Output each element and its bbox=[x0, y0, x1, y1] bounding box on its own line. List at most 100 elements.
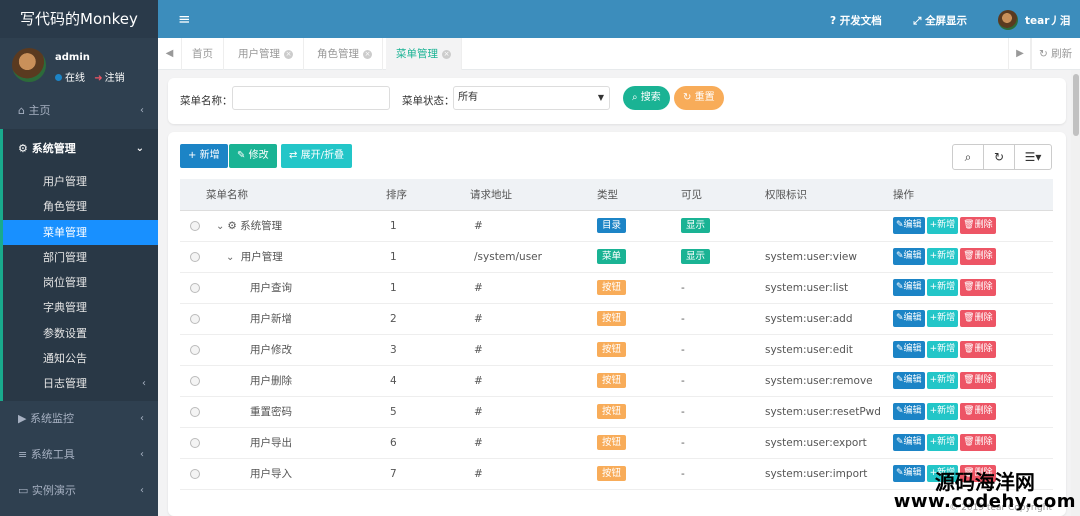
row-radio[interactable] bbox=[190, 437, 200, 448]
tab-menu-manage[interactable]: 菜单管理 × bbox=[386, 38, 462, 70]
chevron-down-icon: ⌄ bbox=[135, 143, 144, 154]
col-perm[interactable]: 权限标识 bbox=[765, 179, 893, 211]
row-edit-button[interactable]: ✎编辑 bbox=[893, 434, 925, 451]
sidebar-item-role-manage[interactable]: 角色管理 bbox=[3, 194, 158, 219]
logout-link[interactable]: 注销 bbox=[105, 73, 125, 84]
row-edit-button[interactable]: ✎编辑 bbox=[893, 310, 925, 327]
op-label: 删除 bbox=[974, 437, 993, 447]
sidebar-item-menu-manage[interactable]: 菜单管理 bbox=[3, 219, 158, 245]
sidebar-item-post-manage[interactable]: 岗位管理 bbox=[3, 270, 158, 295]
close-icon[interactable]: × bbox=[363, 49, 372, 59]
col-menu-name[interactable]: 菜单名称 bbox=[206, 179, 386, 211]
search-toggle-icon[interactable]: ⌕ bbox=[953, 145, 984, 169]
scrollbar-thumb[interactable] bbox=[1073, 74, 1079, 136]
table-row[interactable]: ⌄ ⚙ 系统管理 1 # 目录 显示 ✎编辑 +新增 🗑删除 bbox=[180, 210, 1053, 242]
expand-collapse-button[interactable]: ⇄ 展开/折叠 bbox=[281, 144, 352, 168]
nav-item-demo[interactable]: ▭ 实例演示 ‹ bbox=[0, 473, 158, 509]
row-add-button[interactable]: +新增 bbox=[926, 434, 959, 451]
app-logo[interactable]: 写代码的Monkey bbox=[0, 0, 158, 38]
menu-toggle-icon[interactable]: ≡ bbox=[178, 10, 191, 28]
sidebar-item-notice[interactable]: 通知公告 bbox=[3, 346, 158, 371]
chevron-down-icon[interactable]: ⌄ bbox=[226, 252, 234, 263]
row-delete-button[interactable]: 🗑删除 bbox=[960, 248, 996, 265]
table-row[interactable]: ⌄ 用户管理 1/system/user 菜单 显示 system:user:view ✎… bbox=[180, 241, 1053, 273]
row-radio[interactable] bbox=[190, 282, 200, 293]
table-row[interactable]: 用户删除 4 # 按钮 - system:user:remove ✎编辑 +新增 🗑删除 bbox=[180, 365, 1053, 397]
columns-icon[interactable]: ☰▾ bbox=[1015, 145, 1051, 169]
row-add-button[interactable]: +新增 bbox=[926, 248, 959, 265]
table-row[interactable]: 用户修改 3 # 按钮 - system:user:edit ✎编辑 +新增 🗑删除 bbox=[180, 334, 1053, 366]
menu-status-select[interactable]: 所有 ▼ bbox=[453, 86, 610, 110]
row-delete-button[interactable]: 🗑删除 bbox=[960, 372, 996, 389]
row-add-button[interactable]: +新增 bbox=[926, 403, 959, 420]
sidebar-item-dept-manage[interactable]: 部门管理 bbox=[3, 245, 158, 270]
row-radio[interactable] bbox=[190, 375, 200, 386]
row-radio[interactable] bbox=[190, 220, 200, 231]
row-edit-button[interactable]: ✎编辑 bbox=[893, 403, 925, 420]
row-edit-button[interactable]: ✎编辑 bbox=[893, 372, 925, 389]
dev-docs-link[interactable]: ? 开发文档 bbox=[830, 13, 882, 28]
row-edit-button[interactable]: ✎编辑 bbox=[893, 217, 925, 234]
edit-icon: ✎ bbox=[896, 282, 904, 292]
row-delete-button[interactable]: 🗑删除 bbox=[960, 217, 996, 234]
nav-item-monitor[interactable]: ▶ 系统监控 ‹ bbox=[0, 401, 158, 437]
row-radio[interactable] bbox=[190, 406, 200, 417]
row-delete-button[interactable]: 🗑删除 bbox=[960, 403, 996, 420]
tab-scroll-right-icon[interactable]: ▶ bbox=[1008, 38, 1032, 70]
sidebar-item-user-manage[interactable]: 用户管理 bbox=[3, 169, 158, 194]
menu-name-input[interactable] bbox=[232, 86, 390, 110]
close-icon[interactable]: × bbox=[284, 49, 293, 59]
row-delete-button[interactable]: 🗑删除 bbox=[960, 341, 996, 358]
sidebar-item-param-settings[interactable]: 参数设置 bbox=[3, 321, 158, 346]
url-cell: # bbox=[470, 334, 597, 366]
row-delete-button[interactable]: 🗑删除 bbox=[960, 279, 996, 296]
top-user-name[interactable]: tear丿泪 bbox=[1025, 13, 1070, 28]
row-add-button[interactable]: +新增 bbox=[926, 372, 959, 389]
type-cell: 按钮 bbox=[597, 458, 681, 490]
col-order[interactable]: 排序 bbox=[386, 179, 470, 211]
col-url[interactable]: 请求地址 bbox=[470, 179, 597, 211]
reset-button[interactable]: ↻ 重置 bbox=[674, 86, 724, 110]
tab-scroll-left-icon[interactable]: ◀ bbox=[158, 38, 182, 70]
table-row[interactable]: 用户导出 6 # 按钮 - system:user:export ✎编辑 +新增 🗑删除 bbox=[180, 427, 1053, 459]
col-visible[interactable]: 可见 bbox=[681, 179, 765, 211]
refresh-table-icon[interactable]: ↻ bbox=[984, 145, 1015, 169]
row-add-button[interactable]: +新增 bbox=[926, 279, 959, 296]
search-button[interactable]: ⌕ 搜索 bbox=[623, 86, 670, 110]
tab-role-manage[interactable]: 角色管理 × bbox=[307, 38, 383, 70]
page-scrollbar[interactable] bbox=[1071, 70, 1080, 516]
plus-icon: + bbox=[929, 313, 938, 323]
nav-item-home[interactable]: ⌂ 主页 ‹ bbox=[0, 93, 158, 129]
row-delete-button[interactable]: 🗑删除 bbox=[960, 310, 996, 327]
fullscreen-button[interactable]: ⤢ 全屏显示 bbox=[913, 13, 967, 28]
row-radio[interactable] bbox=[190, 251, 200, 262]
row-delete-button[interactable]: 🗑删除 bbox=[960, 434, 996, 451]
chevron-down-icon[interactable]: ⌄ bbox=[216, 221, 224, 232]
close-icon[interactable]: × bbox=[442, 49, 451, 59]
nav-item-system-manage[interactable]: ⚙ 系统管理 ⌄ bbox=[0, 129, 158, 169]
table-row[interactable]: 重置密码 5 # 按钮 - system:user:resetPwd ✎编辑 +新增 🗑删除 bbox=[180, 396, 1053, 428]
row-add-button[interactable]: +新增 bbox=[926, 217, 959, 234]
tab-home[interactable]: 首页 bbox=[182, 38, 224, 70]
tab-user-manage[interactable]: 用户管理 × bbox=[228, 38, 304, 70]
add-button[interactable]: + 新增 bbox=[180, 144, 228, 168]
sidebar-item-log-manage[interactable]: 日志管理 ‹ bbox=[3, 371, 158, 396]
table-row[interactable]: 用户新增 2 # 按钮 - system:user:add ✎编辑 +新增 🗑删除 bbox=[180, 303, 1053, 335]
row-radio[interactable] bbox=[190, 313, 200, 324]
row-add-button[interactable]: +新增 bbox=[926, 341, 959, 358]
table-row[interactable]: 用户查询 1 # 按钮 - system:user:list ✎编辑 +新增 🗑删除 bbox=[180, 272, 1053, 304]
nav-item-tools[interactable]: ≡ 系统工具 ‹ bbox=[0, 437, 158, 473]
sidebar-item-dict-manage[interactable]: 字典管理 bbox=[3, 295, 158, 320]
user-avatar[interactable] bbox=[12, 48, 46, 82]
row-edit-button[interactable]: ✎编辑 bbox=[893, 279, 925, 296]
refresh-button[interactable]: ↻ 刷新 bbox=[1030, 38, 1080, 70]
edit-button[interactable]: ✎ 修改 bbox=[229, 144, 277, 168]
top-user-avatar[interactable] bbox=[998, 10, 1018, 30]
row-radio[interactable] bbox=[190, 344, 200, 355]
row-add-button[interactable]: +新增 bbox=[926, 310, 959, 327]
col-type[interactable]: 类型 bbox=[597, 179, 681, 211]
row-edit-button[interactable]: ✎编辑 bbox=[893, 248, 925, 265]
row-radio[interactable] bbox=[190, 468, 200, 479]
row-edit-button[interactable]: ✎编辑 bbox=[893, 341, 925, 358]
op-label: 编辑 bbox=[903, 282, 922, 292]
